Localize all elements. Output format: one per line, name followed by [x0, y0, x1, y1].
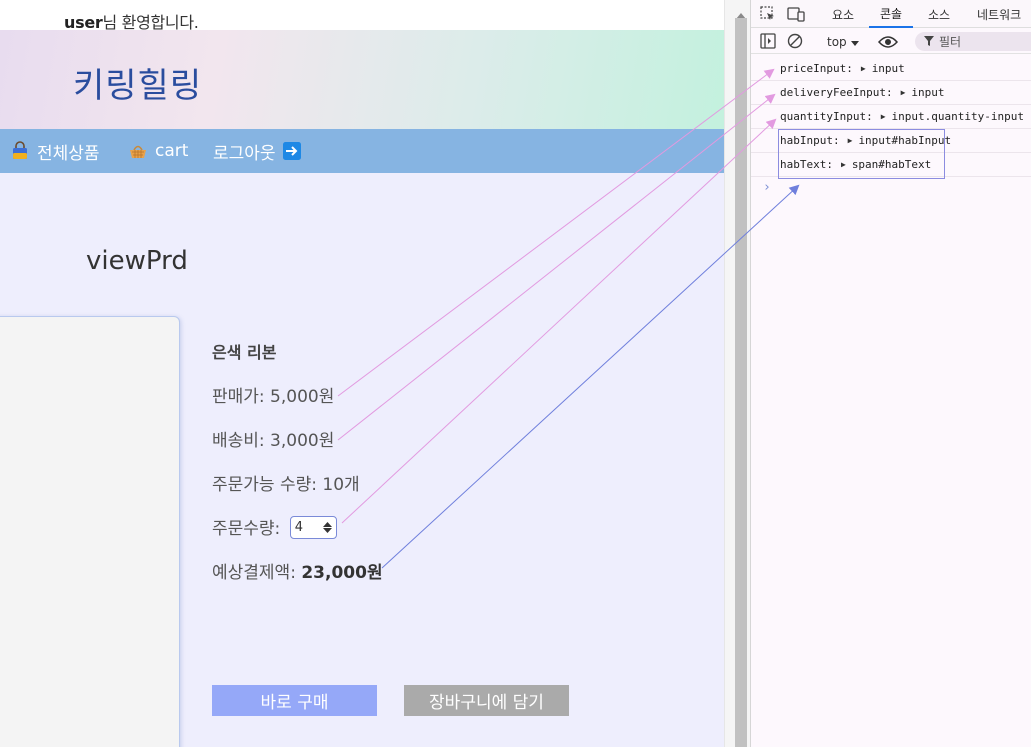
tab-elements[interactable]: 요소	[832, 0, 854, 28]
main-nav: 전체상품 cart 로그아웃	[0, 129, 724, 173]
total-label: 예상결제액:	[212, 563, 302, 583]
scrollbar-thumb[interactable]	[735, 18, 747, 747]
spinner-arrows-icon[interactable]	[322, 521, 332, 533]
context-value: top	[827, 34, 847, 49]
tab-sources[interactable]: 소스	[928, 0, 950, 28]
nav-logout-label: 로그아웃	[213, 143, 276, 164]
available-quantity-text: 주문가능 수량: 10개	[212, 475, 360, 495]
web-page: user님 환영합니다. 키링힐링 전체상품 cart 로그아웃 viewPrd…	[0, 0, 724, 747]
expand-triangle-icon[interactable]: ▶	[901, 88, 906, 97]
total-value: 23,000원	[301, 563, 383, 583]
log-label: quantityInput:	[780, 110, 873, 123]
quantity-label: 주문수량:	[212, 519, 281, 539]
device-toolbar-icon[interactable]	[787, 0, 805, 28]
quantity-value: 4	[294, 519, 303, 535]
log-value[interactable]: input	[911, 86, 944, 99]
shopping-bag-icon	[10, 141, 30, 161]
devtools-tab-bar: 요소 콘솔 소스 네트워크	[751, 0, 1031, 28]
tab-console[interactable]: 콘솔	[869, 0, 914, 28]
page-title: viewPrd	[86, 246, 188, 276]
console-log-row[interactable]: quantityInput: ▶ input.quantity-input	[751, 105, 1031, 129]
devtools-panel: 요소 콘솔 소스 네트워크 top 필터 priceInput: ▶ input…	[750, 0, 1031, 747]
price-text: 판매가: 5,000원	[212, 387, 335, 407]
eye-icon[interactable]	[877, 34, 899, 53]
site-logo-text[interactable]: 키링힐링	[73, 58, 202, 107]
log-value[interactable]: input	[872, 62, 905, 75]
context-selector[interactable]: top	[827, 29, 859, 54]
filter-icon	[924, 35, 934, 49]
quantity-stepper[interactable]: 4	[289, 515, 337, 539]
clear-console-icon[interactable]	[787, 33, 803, 53]
filter-placeholder: 필터	[939, 35, 962, 49]
basket-icon	[128, 141, 148, 161]
expand-triangle-icon[interactable]: ▶	[881, 112, 886, 121]
console-log-row[interactable]: deliveryFeeInput: ▶ input	[751, 81, 1031, 105]
right-arrow-icon	[282, 142, 301, 160]
nav-cart-label: cart	[155, 141, 189, 161]
nav-all-products-label: 전체상품	[37, 143, 100, 164]
product-image-card	[0, 316, 180, 747]
inspect-element-icon[interactable]	[760, 0, 776, 28]
console-toolbar: top 필터	[751, 29, 1031, 54]
console-filter-input[interactable]: 필터	[915, 32, 1031, 51]
sidebar-toggle-icon[interactable]	[760, 33, 776, 53]
add-to-cart-button[interactable]: 장바구니에 담기	[404, 685, 569, 716]
quantity-row: 주문수량: 4	[212, 514, 337, 541]
total-row: 예상결제액: 23,000원	[212, 558, 383, 583]
console-log-row[interactable]: priceInput: ▶ input	[751, 57, 1031, 81]
nav-cart[interactable]: cart	[128, 129, 188, 173]
nav-logout[interactable]: 로그아웃	[213, 129, 301, 173]
product-name: 은색 리본	[212, 343, 277, 362]
log-label: priceInput:	[780, 62, 853, 75]
delivery-fee-text: 배송비: 3,000원	[212, 431, 335, 451]
page-scrollbar[interactable]	[724, 0, 750, 747]
log-label: deliveryFeeInput:	[780, 86, 893, 99]
console-prompt[interactable]: ›	[763, 180, 771, 195]
nav-all-products[interactable]: 전체상품	[10, 129, 100, 173]
expand-triangle-icon[interactable]: ▶	[861, 64, 866, 73]
buy-now-button[interactable]: 바로 구매	[212, 685, 377, 716]
tab-network[interactable]: 네트워크	[977, 0, 1021, 28]
log-value[interactable]: input.quantity-input	[892, 110, 1024, 123]
caret-down-icon	[850, 35, 859, 49]
highlight-box	[778, 129, 945, 179]
